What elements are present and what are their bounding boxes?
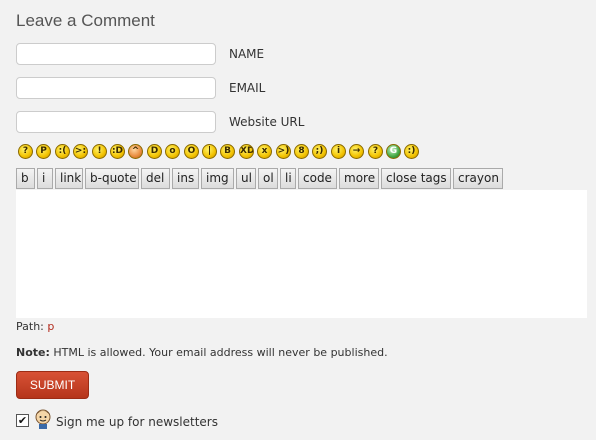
quicktag-del-button[interactable]: del	[141, 168, 170, 189]
website-input[interactable]	[16, 111, 216, 133]
mrgreen-smiley-icon[interactable]: G	[386, 144, 401, 159]
submit-button[interactable]: SUBMIT	[16, 371, 89, 399]
neutral-smiley-icon[interactable]: |	[202, 144, 217, 159]
email-input[interactable]	[16, 77, 216, 99]
name-label: NAME	[229, 47, 265, 61]
quicktag-ins-button[interactable]: ins	[172, 168, 199, 189]
quicktag-li-button[interactable]: li	[280, 168, 296, 189]
website-label: Website URL	[229, 115, 305, 129]
arrow-smiley-icon[interactable]: →	[349, 144, 364, 159]
biggrin-smiley-icon[interactable]: D	[147, 144, 162, 159]
blush-smiley-icon[interactable]: ^	[128, 144, 143, 159]
note-text: HTML is allowed. Your email address will…	[53, 346, 388, 359]
quicktag-img-button[interactable]: img	[201, 168, 234, 189]
twisted-smiley-icon[interactable]: >)	[276, 144, 291, 159]
cool-smiley-icon[interactable]: B	[220, 144, 235, 159]
grin-smiley-icon[interactable]: :D	[110, 144, 125, 159]
smile-smiley-icon[interactable]: :)	[404, 144, 419, 159]
path-value[interactable]: p	[47, 320, 54, 333]
comment-textarea[interactable]	[16, 190, 587, 318]
quicktag-link-button[interactable]: link	[55, 168, 83, 189]
rolleyes-smiley-icon[interactable]: 8	[294, 144, 309, 159]
note-bold: Note:	[16, 346, 50, 359]
newsletter-checkbox[interactable]: ✔	[16, 414, 29, 427]
quicktag-more-button[interactable]: more	[339, 168, 379, 189]
eek-smiley-icon[interactable]: O	[184, 144, 199, 159]
evil-smiley-icon[interactable]: >:	[73, 144, 88, 159]
html-note: Note: HTML is allowed. Your email addres…	[16, 346, 388, 359]
newsletter-label: Sign me up for newsletters	[56, 415, 218, 429]
surprised-smiley-icon[interactable]: o	[165, 144, 180, 159]
mad-smiley-icon[interactable]: x	[257, 144, 272, 159]
quicktag-crayon-button[interactable]: crayon	[453, 168, 503, 189]
quicktag-close-tags-button[interactable]: close tags	[381, 168, 451, 189]
exclaim-smiley-icon[interactable]: !	[92, 144, 107, 159]
quicktag-b-button[interactable]: b	[16, 168, 35, 189]
quicktag-b-quote-button[interactable]: b-quote	[85, 168, 139, 189]
tongue-smiley-icon[interactable]: P	[36, 144, 51, 159]
quicktag-code-button[interactable]: code	[298, 168, 337, 189]
question-smiley-icon[interactable]: ?	[18, 144, 33, 159]
email-label: EMAIL	[229, 81, 266, 95]
confused-smiley-icon[interactable]: ?	[368, 144, 383, 159]
mailchimp-mascot-icon	[35, 409, 51, 429]
name-input[interactable]	[16, 43, 216, 65]
comment-heading: Leave a Comment	[16, 11, 155, 30]
wink-smiley-icon[interactable]: ;)	[312, 144, 327, 159]
path-label: Path:	[16, 320, 44, 333]
editor-path: Path: p	[16, 320, 54, 333]
lol-smiley-icon[interactable]: XD	[239, 144, 254, 159]
quicktag-ul-button[interactable]: ul	[236, 168, 256, 189]
quicktag-i-button[interactable]: i	[37, 168, 53, 189]
sad-smiley-icon[interactable]: :(	[55, 144, 70, 159]
quicktag-ol-button[interactable]: ol	[258, 168, 278, 189]
idea-smiley-icon[interactable]: i	[331, 144, 346, 159]
